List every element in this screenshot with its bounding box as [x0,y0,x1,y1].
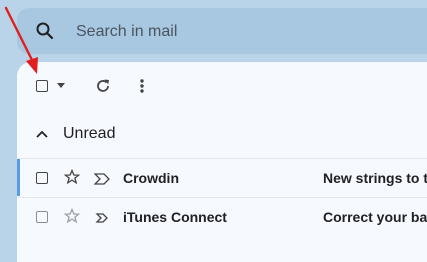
email-sender: Crowdin [123,170,179,186]
email-subject: New strings to t [323,170,427,186]
search-icon[interactable] [35,21,55,46]
email-checkbox[interactable] [36,172,48,184]
search-input[interactable] [74,20,378,44]
email-subject: Correct your ba [323,209,427,225]
email-row[interactable]: iTunes Connect Correct your ba [17,197,427,235]
mail-list-panel: Unread Crowdin New strings to t iTunes C… [17,62,427,262]
chevron-up-icon[interactable] [35,127,49,146]
more-vert-icon[interactable] [137,77,147,100]
importance-marker-icon[interactable] [93,172,110,190]
email-row[interactable]: Crowdin New strings to t [17,158,427,196]
email-checkbox[interactable] [36,211,48,223]
caret-down-icon[interactable] [57,83,65,88]
star-icon[interactable] [63,168,81,190]
section-header-unread[interactable]: Unread [17,118,427,150]
refresh-icon[interactable] [94,77,112,100]
mail-toolbar [17,62,427,110]
star-icon[interactable] [63,207,81,229]
select-all-checkbox[interactable] [36,80,48,92]
importance-marker-icon[interactable] [94,211,110,229]
email-sender: iTunes Connect [123,209,227,225]
section-title: Unread [63,125,116,142]
search-bar[interactable] [17,8,427,54]
